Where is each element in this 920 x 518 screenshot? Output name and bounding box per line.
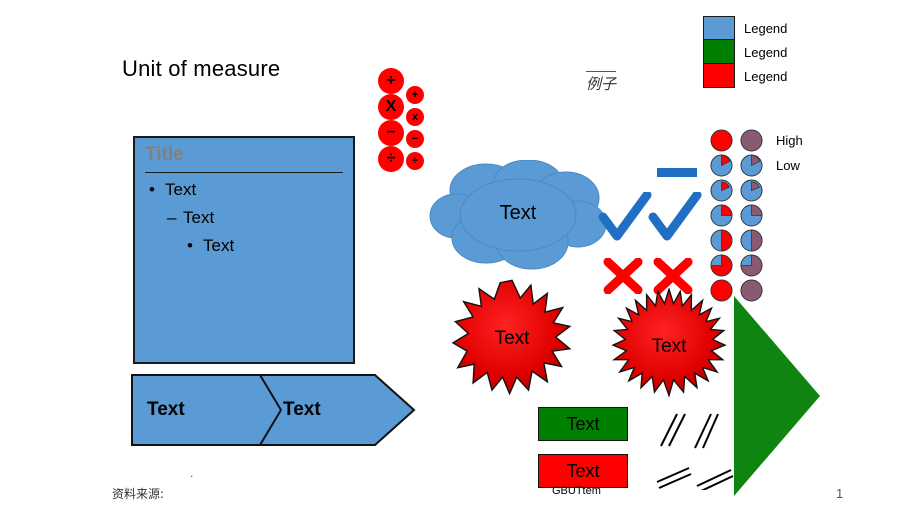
check-svg bbox=[648, 190, 702, 241]
legend-label: Legend bbox=[744, 44, 788, 60]
operator-divide-large-icon[interactable]: ÷ bbox=[378, 146, 404, 172]
cloud-label: Text bbox=[499, 202, 537, 224]
footer-source-label: 资料来源: bbox=[112, 487, 165, 501]
harvey-cell-purple[interactable] bbox=[736, 128, 766, 152]
harvey-ball-low-red-icon bbox=[709, 153, 733, 177]
harvey-ball-threequarter-purple-icon bbox=[739, 253, 763, 277]
check-svg bbox=[598, 190, 652, 241]
bullet-text: Text bbox=[165, 180, 197, 199]
harvey-row bbox=[706, 178, 803, 202]
content-box-title: Title bbox=[145, 144, 184, 165]
starburst-shape-2[interactable]: Text bbox=[588, 286, 750, 400]
harvey-cell-purple[interactable] bbox=[736, 253, 766, 277]
harvey-cell-red[interactable] bbox=[706, 153, 736, 177]
content-box-divider bbox=[145, 172, 343, 173]
harvey-cell-red[interactable] bbox=[706, 128, 736, 152]
operator-plus-small-icon[interactable]: + bbox=[406, 86, 424, 104]
bullet-level-2: – Text bbox=[167, 208, 214, 228]
harvey-cell-red[interactable] bbox=[706, 178, 736, 202]
operator-divide-small-icon[interactable]: ÷ bbox=[406, 152, 424, 170]
harvey-cell-red[interactable] bbox=[706, 203, 736, 227]
harvey-ball-low-purple-icon bbox=[739, 153, 763, 177]
harvey-ball-full2-red-icon bbox=[709, 278, 733, 302]
harvey-ball-q-red-icon bbox=[709, 203, 733, 227]
legend-swatch-blue bbox=[703, 16, 735, 40]
bullet-marker: • bbox=[187, 236, 193, 255]
bullet-marker: • bbox=[149, 180, 155, 199]
operator-times-small-icon[interactable]: x bbox=[406, 108, 424, 126]
legend-item[interactable]: Legend bbox=[703, 64, 787, 88]
legend-swatch-green bbox=[703, 40, 735, 64]
bullet-text: Text bbox=[183, 208, 215, 227]
harvey-row bbox=[706, 203, 803, 227]
harvey-ball-half-red-icon bbox=[709, 228, 733, 252]
harvey-cell-purple[interactable] bbox=[736, 228, 766, 252]
harvey-cell-red[interactable] bbox=[706, 228, 736, 252]
chevron-arrow-shape[interactable]: Text Text bbox=[131, 374, 416, 446]
operator-circle-group: + X − ÷ + x − ÷ bbox=[378, 68, 424, 172]
slide-canvas: Unit of measure Title • Text – Text • Text … bbox=[0, 0, 920, 518]
page-title: Unit of measure bbox=[122, 56, 281, 81]
gbu-caption: GBUTtem bbox=[552, 485, 601, 497]
harvey-ball-full-red-icon bbox=[709, 128, 733, 152]
harvey-ball-quarter-red-icon bbox=[709, 178, 733, 202]
harvey-label-high: High bbox=[776, 132, 803, 148]
harvey-ball-full-purple-icon bbox=[739, 128, 763, 152]
starburst-label-2: Text bbox=[651, 336, 687, 357]
starburst-shape-1[interactable]: Text bbox=[436, 278, 588, 396]
harvey-ball-matrix: High Low bbox=[706, 128, 803, 303]
legend-item[interactable]: Legend bbox=[703, 40, 787, 64]
bullet-level-1: • Text bbox=[149, 180, 196, 200]
legend-item[interactable]: Legend bbox=[703, 16, 787, 40]
slash-tick-marks bbox=[655, 410, 755, 495]
check-mark-2-icon[interactable] bbox=[648, 190, 702, 249]
slash-marks-svg bbox=[656, 413, 734, 493]
example-stamp: 例子 bbox=[586, 71, 617, 94]
content-title-box[interactable]: Title • Text – Text • Text bbox=[133, 136, 355, 364]
operator-times-large-icon[interactable]: X bbox=[378, 94, 404, 120]
harvey-row: Low bbox=[706, 153, 803, 177]
chevron-segment-label-2: Text bbox=[283, 399, 321, 420]
legend: Legend Legend Legend bbox=[703, 16, 787, 88]
status-box-red[interactable]: Text bbox=[538, 454, 628, 488]
harvey-ball-half-purple-icon bbox=[739, 228, 763, 252]
legend-swatch-red bbox=[703, 64, 735, 88]
chevron-segment-label-1: Text bbox=[147, 399, 185, 420]
harvey-row bbox=[706, 228, 803, 252]
harvey-row: High bbox=[706, 128, 803, 152]
cloud-callout-shape[interactable]: Text bbox=[428, 159, 608, 280]
starburst-label-1: Text bbox=[494, 328, 530, 349]
harvey-row bbox=[706, 253, 803, 277]
bullet-level-3: • Text bbox=[187, 236, 234, 256]
harvey-cell-purple[interactable] bbox=[736, 178, 766, 202]
harvey-cell-red[interactable] bbox=[706, 278, 736, 302]
legend-label: Legend bbox=[744, 20, 788, 36]
footer-dot: . bbox=[190, 466, 194, 480]
blue-dash-marker bbox=[657, 168, 697, 177]
status-box-green[interactable]: Text bbox=[538, 407, 628, 441]
legend-label: Legend bbox=[744, 68, 788, 84]
harvey-cell-red[interactable] bbox=[706, 253, 736, 277]
harvey-label-low: Low bbox=[776, 157, 800, 173]
harvey-ball-threequarter-red-icon bbox=[709, 253, 733, 277]
page-number: 1 bbox=[836, 486, 844, 501]
operator-minus-large-icon[interactable]: − bbox=[378, 120, 404, 146]
harvey-cell-purple[interactable] bbox=[736, 153, 766, 177]
harvey-ball-quarter-purple-icon bbox=[739, 178, 763, 202]
bullet-marker: – bbox=[167, 208, 177, 227]
operator-minus-small-icon[interactable]: − bbox=[406, 130, 424, 148]
harvey-cell-purple[interactable] bbox=[736, 203, 766, 227]
operator-plus-large-icon[interactable]: + bbox=[378, 68, 404, 94]
check-mark-1-icon[interactable] bbox=[598, 190, 652, 249]
bullet-text: Text bbox=[203, 236, 235, 255]
harvey-ball-q-purple-icon bbox=[739, 203, 763, 227]
